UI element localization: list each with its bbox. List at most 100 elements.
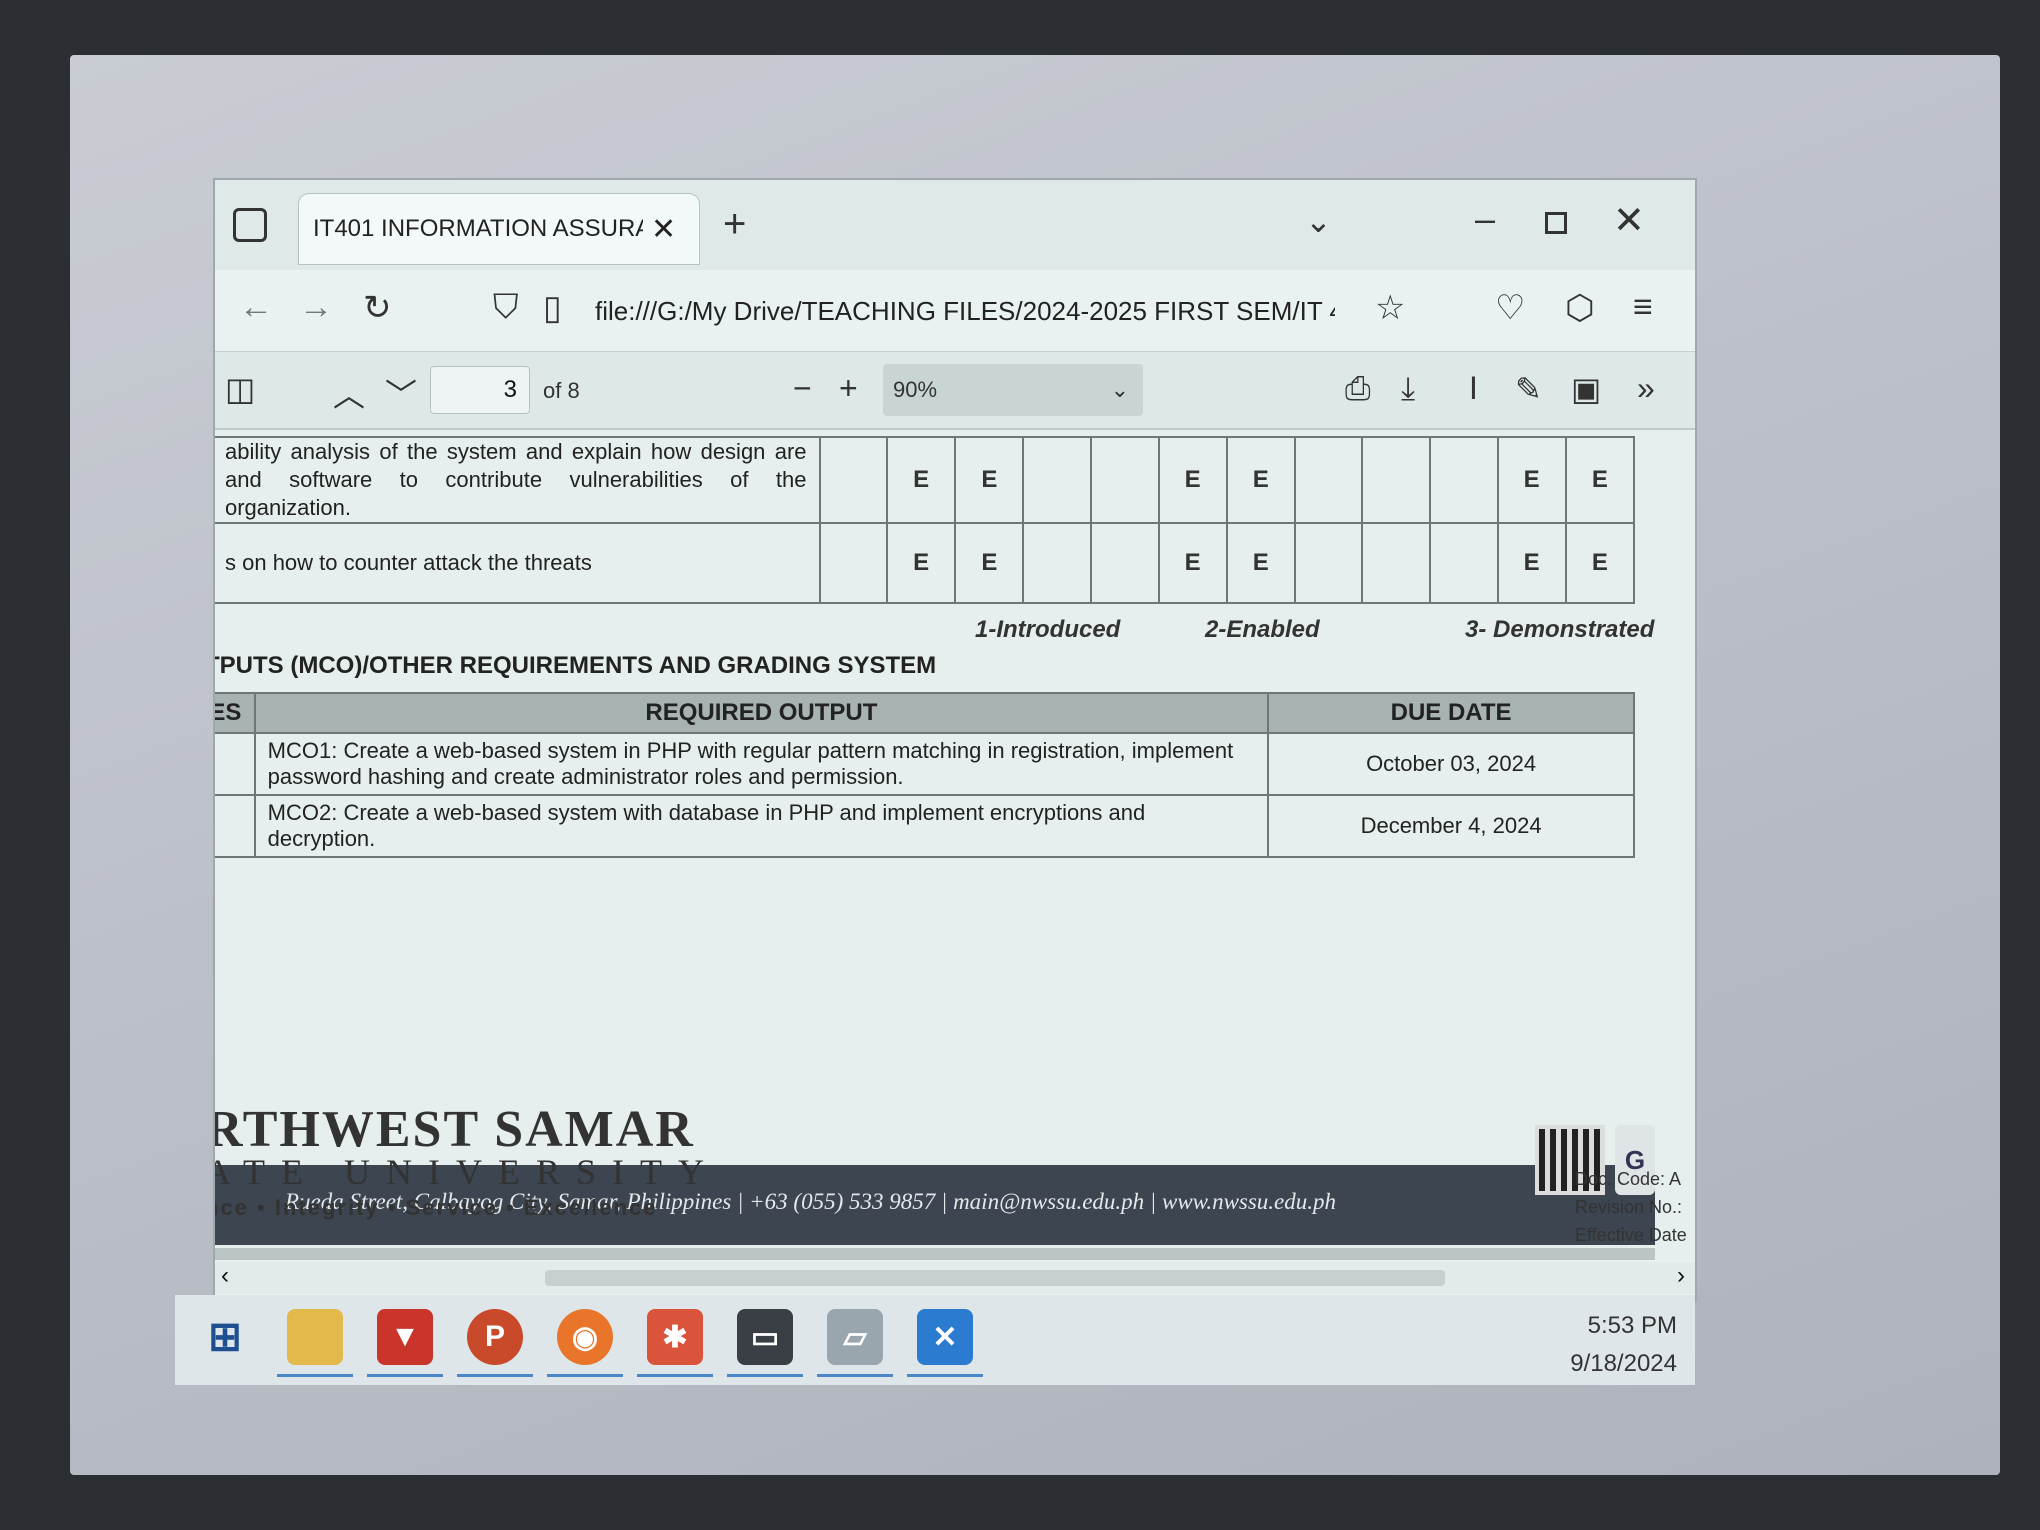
sidebar-toggle-icon[interactable]: ◫ bbox=[225, 370, 255, 408]
column-header: DUE DATE bbox=[1267, 692, 1635, 734]
table-cell: E bbox=[954, 522, 1025, 604]
system-clock[interactable]: 5:53 PM 9/18/2024 bbox=[1570, 1307, 1677, 1383]
start-icon[interactable]: ⊞ bbox=[197, 1309, 253, 1365]
next-page-icon[interactable]: ﹀ bbox=[385, 370, 417, 416]
table-cell: E bbox=[886, 436, 957, 524]
table-row: ability analysis of the system and expla… bbox=[215, 436, 1636, 524]
page-separator bbox=[215, 1248, 1655, 1260]
table-row: MCO2: Create a web-based system with dat… bbox=[215, 794, 1635, 858]
tab-active[interactable]: IT401 INFORMATION ASSURANCE A ✕ bbox=[299, 194, 699, 264]
table-cell bbox=[215, 794, 256, 858]
due-date: December 4, 2024 bbox=[1267, 794, 1635, 858]
required-output: MCO1: Create a web-based system in PHP w… bbox=[253, 732, 1270, 796]
table-row: MCO1: Create a web-based system in PHP w… bbox=[215, 732, 1635, 796]
table-cell bbox=[215, 732, 256, 796]
terminal-icon[interactable]: ▭ bbox=[727, 1309, 803, 1377]
brave-browser-icon[interactable]: ▼ bbox=[367, 1309, 443, 1377]
mco-table: ES REQUIRED OUTPUT DUE DATE MCO1: Create… bbox=[215, 692, 1635, 858]
restore-icon[interactable] bbox=[1545, 212, 1567, 234]
outcome-description: s on how to counter attack the threats bbox=[215, 522, 821, 604]
browser-window: IT401 INFORMATION ASSURANCE A ✕ + ⌄ – ✕ … bbox=[215, 180, 1695, 1300]
pdf-toolbar: ◫ ︿ ﹀ 3 of 8 − + 90% ⌄ ⎙ ⤓ I ✎ ▣ » bbox=[215, 352, 1695, 430]
forward-icon[interactable]: → bbox=[299, 288, 333, 327]
outcomes-table: ability analysis of the system and expla… bbox=[215, 436, 1636, 604]
table-cell bbox=[1429, 522, 1499, 604]
required-output: MCO2: Create a web-based system with dat… bbox=[253, 794, 1270, 858]
chevron-down-icon[interactable]: ⌄ bbox=[1305, 202, 1332, 240]
revision-no: Revision No.: bbox=[1575, 1197, 1683, 1217]
star-icon[interactable]: ☆ bbox=[1375, 288, 1405, 328]
text-tool-icon[interactable]: I bbox=[1469, 370, 1478, 407]
extensions-icon[interactable]: ⬡ bbox=[1565, 288, 1595, 328]
horizontal-scrollbar[interactable]: ‹ › bbox=[215, 1262, 1695, 1294]
table-cell bbox=[1293, 522, 1364, 604]
zoom-in-icon[interactable]: + bbox=[839, 370, 858, 407]
due-date: October 03, 2024 bbox=[1267, 732, 1635, 796]
reload-icon[interactable]: ↻ bbox=[363, 288, 392, 328]
pocket-icon[interactable]: ♡ bbox=[1495, 288, 1525, 328]
table-cell bbox=[1429, 436, 1499, 524]
section-title: TPUTS (MCO)/OTHER REQUIREMENTS AND GRADI… bbox=[215, 652, 937, 679]
zoom-value: 90% bbox=[893, 377, 938, 402]
tab-bar: IT401 INFORMATION ASSURANCE A ✕ + ⌄ – ✕ bbox=[215, 180, 1695, 270]
close-window-icon[interactable]: ✕ bbox=[1613, 198, 1645, 243]
page-count: of 8 bbox=[543, 378, 580, 403]
nav-bar: ← → ↻ ⛉ ▯ file:///G:/My Drive/TEACHING F… bbox=[215, 270, 1695, 352]
table-cell bbox=[818, 522, 889, 604]
university-header: RTHWEST SAMAR ATE UNIVERSITY nce • Integ… bbox=[215, 1100, 720, 1221]
table-cell: E bbox=[1225, 436, 1296, 524]
zoom-select[interactable]: 90% ⌄ bbox=[883, 364, 1143, 416]
close-tab-icon[interactable]: ✕ bbox=[651, 212, 676, 247]
university-subtitle: ATE UNIVERSITY bbox=[215, 1152, 720, 1192]
xampp-icon[interactable]: ✱ bbox=[637, 1309, 713, 1377]
zoom-out-icon[interactable]: − bbox=[793, 370, 812, 407]
chevron-down-icon: ⌄ bbox=[1110, 377, 1129, 402]
vscode-icon[interactable]: ✕ bbox=[907, 1309, 983, 1377]
file-explorer-icon[interactable] bbox=[277, 1309, 353, 1377]
table-cell bbox=[1293, 436, 1364, 524]
effective-date: Effective Date bbox=[1575, 1225, 1687, 1245]
image-icon[interactable]: ▣ bbox=[1571, 370, 1601, 408]
clock-date: 9/18/2024 bbox=[1570, 1350, 1677, 1377]
url-text[interactable]: file:///G:/My Drive/TEACHING FILES/2024-… bbox=[595, 296, 1335, 327]
table-cell bbox=[818, 436, 889, 524]
scroll-thumb[interactable] bbox=[545, 1270, 1445, 1286]
more-tools-icon[interactable]: » bbox=[1637, 370, 1655, 407]
table-cell bbox=[1089, 522, 1160, 604]
new-tab-icon[interactable]: + bbox=[723, 202, 746, 247]
taskbar: ⊞ ▼ P ◉ ✱ ▭ ▱ ✕ 5:53 PM 9/18/2024 bbox=[175, 1295, 1695, 1385]
scroll-left-icon[interactable]: ‹ bbox=[221, 1262, 229, 1290]
table-header-row: ES REQUIRED OUTPUT DUE DATE bbox=[215, 692, 1635, 734]
draw-icon[interactable]: ✎ bbox=[1515, 370, 1542, 408]
prev-page-icon[interactable]: ︿ bbox=[333, 370, 365, 416]
page-number-input[interactable]: 3 bbox=[430, 366, 530, 414]
tab-list-icon[interactable] bbox=[233, 208, 267, 242]
table-cell: E bbox=[1157, 522, 1228, 604]
minimize-icon[interactable]: – bbox=[1475, 198, 1495, 240]
tab-title: IT401 INFORMATION ASSURANCE A bbox=[313, 215, 643, 242]
document-meta: Doc. Code: A Revision No.: Effective Dat… bbox=[1575, 1165, 1687, 1249]
legend-demonstrated: 3- Demonstrated bbox=[1465, 616, 1655, 643]
university-motto: nce • Integrity • Service • Excellence bbox=[215, 1195, 658, 1220]
back-icon[interactable]: ← bbox=[239, 288, 273, 327]
table-cell bbox=[1022, 522, 1092, 604]
notes-app-icon[interactable]: ▱ bbox=[817, 1309, 893, 1377]
powerpoint-icon[interactable]: P bbox=[457, 1309, 533, 1377]
table-cell: E bbox=[1496, 436, 1567, 524]
firefox-icon[interactable]: ◉ bbox=[547, 1309, 623, 1377]
shield-icon[interactable]: ⛉ bbox=[493, 288, 519, 327]
legend-enabled: 2-Enabled bbox=[1205, 616, 1320, 643]
save-icon[interactable]: ⤓ bbox=[1401, 370, 1415, 408]
url-bar[interactable]: ⛉ ▯ file:///G:/My Drive/TEACHING FILES/2… bbox=[485, 280, 1425, 340]
table-cell bbox=[1022, 436, 1092, 524]
legend-introduced: 1-Introduced bbox=[975, 616, 1121, 643]
page-icon: ▯ bbox=[543, 289, 562, 327]
table-cell: E bbox=[1225, 522, 1296, 604]
menu-icon[interactable]: ≡ bbox=[1633, 288, 1653, 327]
outcome-description: ability analysis of the system and expla… bbox=[215, 436, 821, 524]
table-cell bbox=[1089, 436, 1160, 524]
scroll-right-icon[interactable]: › bbox=[1677, 1262, 1685, 1290]
table-cell: E bbox=[1564, 522, 1636, 604]
table-cell bbox=[1361, 436, 1432, 524]
print-icon[interactable]: ⎙ bbox=[1345, 370, 1371, 408]
